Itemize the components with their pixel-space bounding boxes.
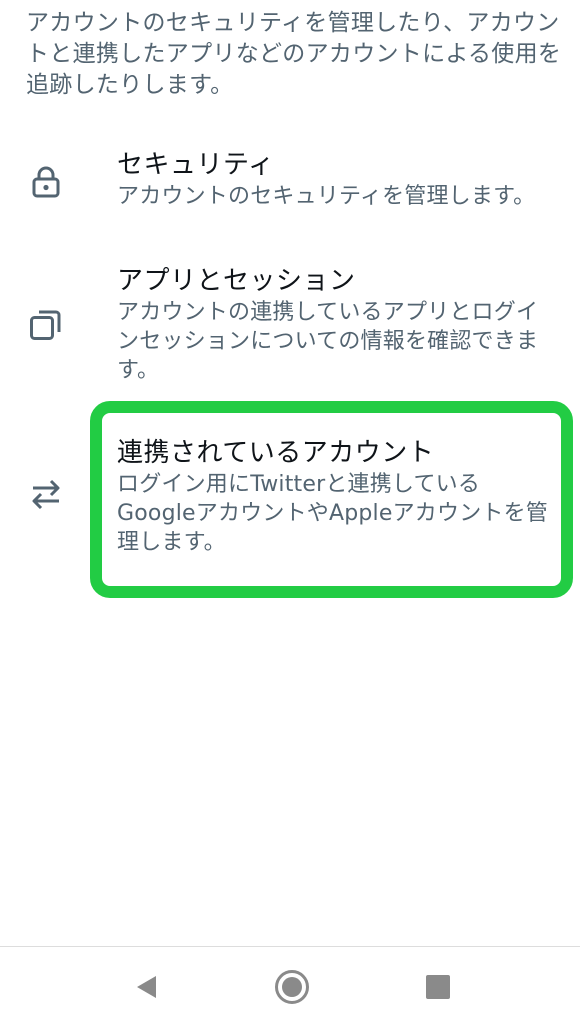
menu-item-text: セキュリティ アカウントのセキュリティを管理します。: [117, 148, 557, 211]
system-navigation-bar: [0, 946, 580, 1024]
menu-item-title: 連携されているアカウント: [117, 438, 435, 468]
menu-item-text: 連携されているアカウント ログイン用にTwitterと連携しているGoogleア…: [117, 436, 555, 557]
account-settings-page: アカウントのセキュリティを管理したり、アカウントと連携したアプリなどのアカウント…: [0, 0, 580, 1024]
lock-icon: [28, 164, 64, 200]
swap-arrows-icon: [28, 476, 64, 512]
apps-sessions-icon: [28, 306, 64, 342]
menu-item-title: セキュリティ: [117, 150, 275, 180]
menu-item-description: ログイン用にTwitterと連携しているGoogleアカウントやAppleアカウ…: [117, 472, 549, 555]
menu-item-apps-sessions[interactable]: アプリとセッション アカウントの連携しているアプリとログインセッションについての…: [0, 262, 580, 390]
intro-text: アカウントのセキュリティを管理したり、アカウントと連携したアプリなどのアカウント…: [26, 10, 562, 98]
home-icon[interactable]: [272, 967, 312, 1007]
recents-icon[interactable]: [418, 967, 458, 1007]
menu-item-description: アカウントのセキュリティを管理します。: [117, 184, 536, 209]
menu-item-security[interactable]: セキュリティ アカウントのセキュリティを管理します。: [0, 144, 580, 236]
menu-item-connected-accounts[interactable]: 連携されているアカウント ログイン用にTwitterと連携しているGoogleア…: [0, 430, 580, 570]
back-icon[interactable]: [126, 967, 166, 1007]
menu-item-text: アプリとセッション アカウントの連携しているアプリとログインセッションについての…: [117, 264, 557, 385]
menu-item-title: アプリとセッション: [117, 266, 356, 296]
menu-item-description: アカウントの連携しているアプリとログインセッションについての情報を確認できます。: [117, 300, 539, 383]
